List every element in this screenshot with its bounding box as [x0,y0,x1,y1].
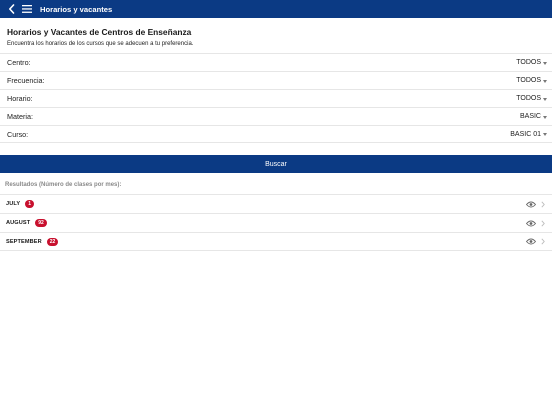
filter-label: Centro: [7,58,31,67]
result-row-august[interactable]: AUGUST 92 [0,213,552,232]
filter-label: Frecuencia: [7,76,45,85]
page-title: Horarios y Vacantes de Centros de Enseña… [7,27,192,37]
results-list: JULY 1 AUGUST 92 SEPTEMBER 22 [0,194,552,251]
page-header: Horarios y Vacantes de Centros de Enseña… [7,27,547,47]
chevron-down-icon [543,97,547,101]
filter-label: Curso: [7,129,29,139]
eye-icon[interactable] [525,219,536,227]
top-app-bar: Horarios y vacantes [0,0,552,18]
chevron-down-icon [543,79,547,83]
chevron-down-icon [543,115,547,119]
page-subtitle: Encuentra los horarios de los cursos que… [7,41,194,47]
search-button[interactable]: Buscar [0,155,552,173]
eye-icon[interactable] [525,200,536,208]
month-label: AUGUST [6,220,31,226]
month-label: SEPTEMBER [6,238,42,245]
filter-horario[interactable]: Horario: TODOS [0,89,552,107]
filter-label: Horario: [7,94,33,103]
filter-label: Materia: [7,112,33,121]
filter-curso[interactable]: Curso: BASIC 01 [0,125,552,143]
app-bar-title: Horarios y vacantes [40,4,113,14]
menu-button[interactable] [20,0,34,18]
filter-value[interactable]: TODOS [516,77,541,84]
results-label: Resultados (Número de clases por mes): [5,182,122,188]
filter-materia[interactable]: Materia: BASIC [0,107,552,125]
filter-value[interactable]: BASIC [520,113,541,120]
month-label: JULY [6,201,21,207]
filter-centro[interactable]: Centro: TODOS [0,53,552,71]
filter-form: Centro: TODOS Frecuencia: TODOS Horario:… [0,53,552,143]
filter-value[interactable]: TODOS [516,95,541,102]
chevron-right-icon[interactable] [540,219,546,227]
back-button[interactable] [4,0,18,18]
result-row-september[interactable]: SEPTEMBER 22 [0,232,552,251]
filter-value[interactable]: BASIC 01 [510,131,541,138]
count-badge: 1 [25,200,35,208]
chevron-right-icon[interactable] [540,200,546,208]
menu-icon [22,5,32,13]
chevron-right-icon[interactable] [540,238,546,246]
chevron-down-icon [543,133,547,136]
filter-value[interactable]: TODOS [516,59,541,66]
chevron-down-icon [543,61,547,65]
count-badge: 22 [46,237,59,246]
back-icon [8,4,14,14]
count-badge: 92 [35,219,47,227]
filter-frecuencia[interactable]: Frecuencia: TODOS [0,71,552,89]
result-row-july[interactable]: JULY 1 [0,194,552,213]
eye-icon[interactable] [525,238,536,246]
